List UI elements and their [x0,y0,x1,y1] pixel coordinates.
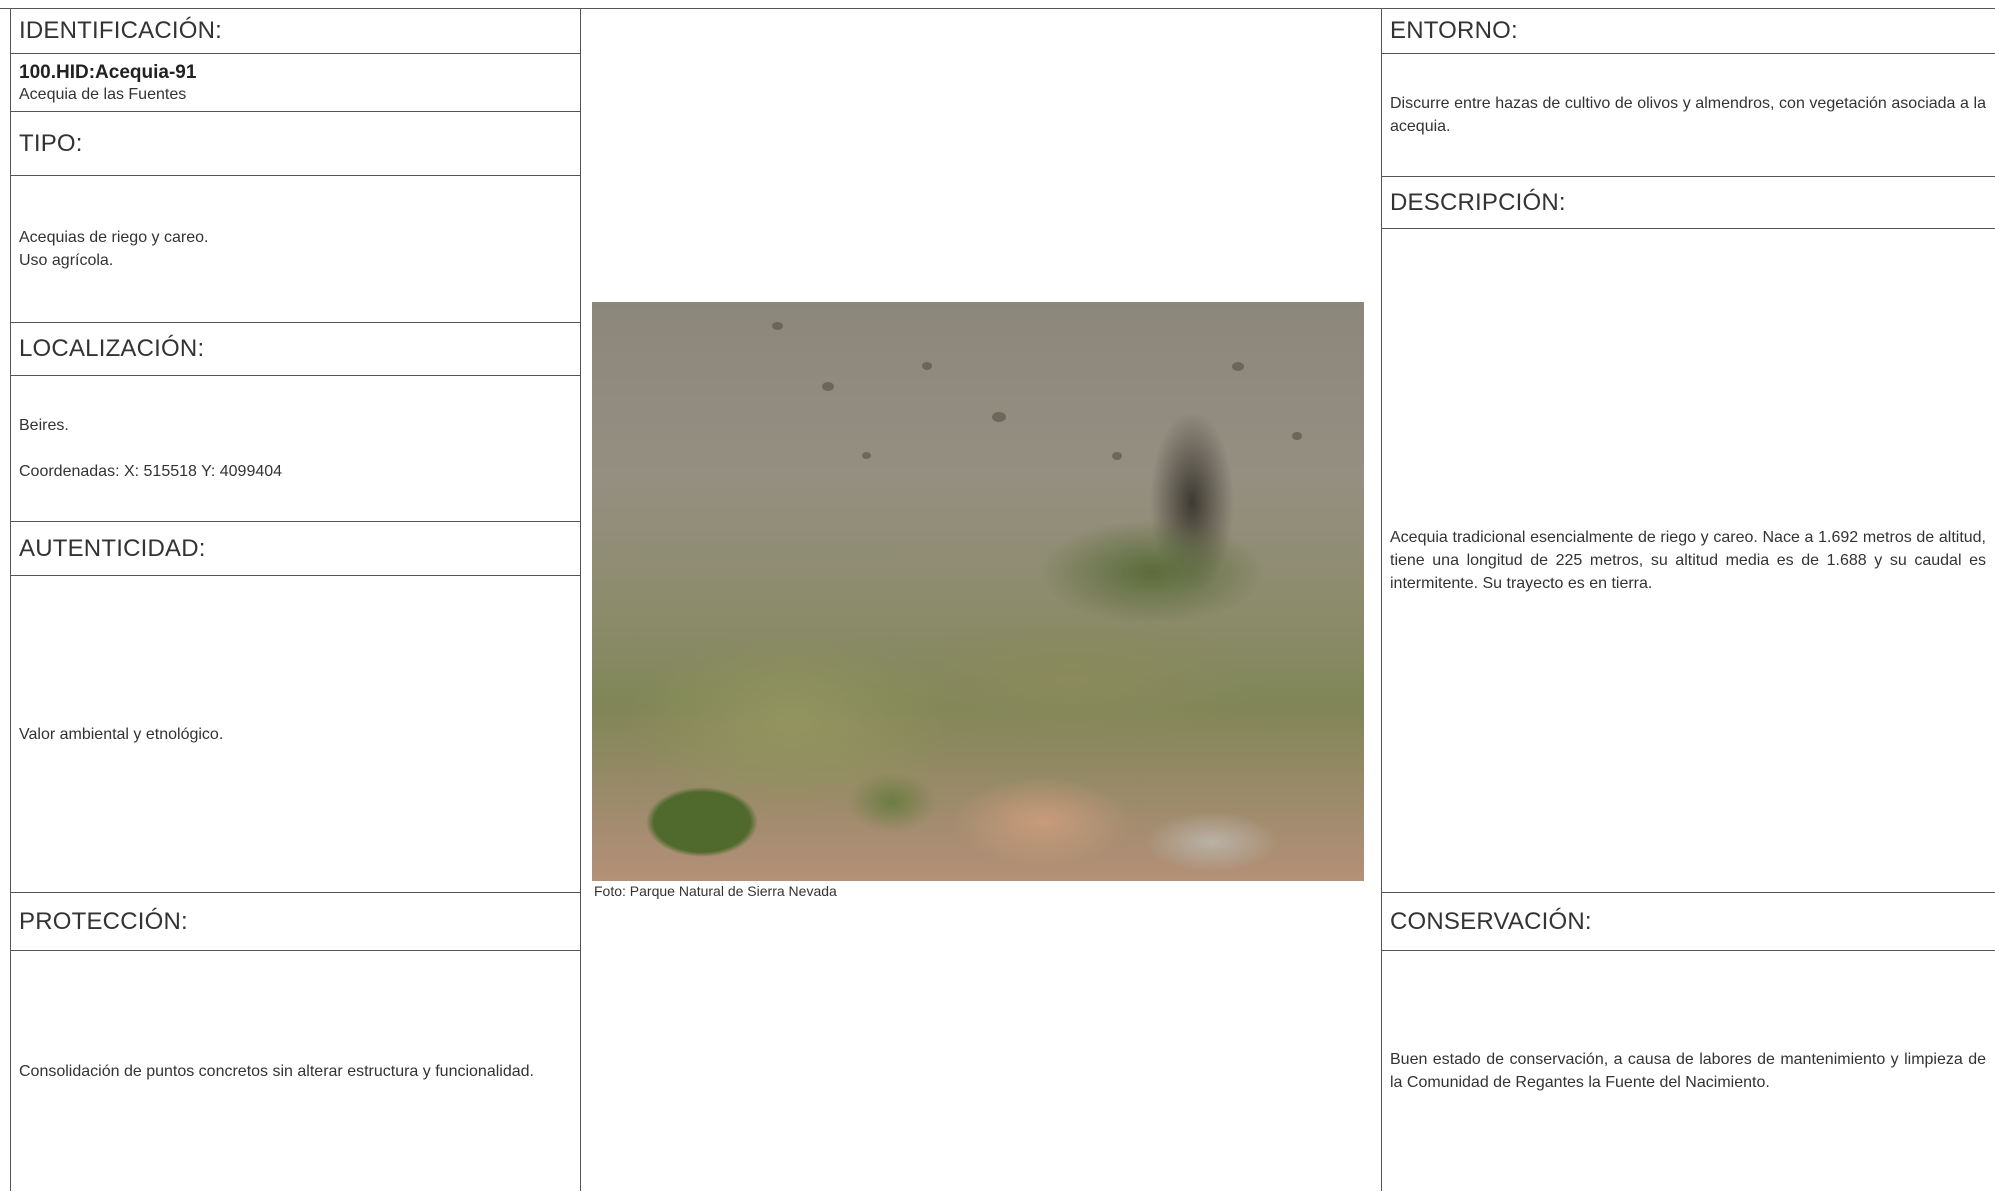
photo-detail [772,322,783,330]
tipo-header: TIPO: [11,112,580,176]
localizacion-place: Beires. [19,417,69,434]
tipo-line-1: Acequias de riego y careo. [19,229,209,246]
photo-detail [992,412,1006,422]
descripcion-header: DESCRIPCIÓN: [1382,177,1995,229]
proteccion-cell: Consolidación de puntos concretos sin al… [11,951,580,1191]
conservacion-cell: Buen estado de conservación, a causa de … [1382,951,1995,1191]
photo-detail [922,362,932,370]
conservacion-text: Buen estado de conservación, a causa de … [1390,1051,1986,1091]
autenticidad-header: AUTENTICIDAD: [11,522,580,576]
entorno-text: Discurre entre hazas de cultivo de olivo… [1390,95,1986,135]
landscape-photo [592,302,1364,881]
entorno-cell: Discurre entre hazas de cultivo de olivo… [1382,54,1995,177]
identificacion-header: IDENTIFICACIÓN: [11,8,580,54]
photo-detail [1112,452,1122,460]
proteccion-header: PROTECCIÓN: [11,893,580,951]
identificacion-name: Acequia de las Fuentes [19,85,187,103]
entorno-header: ENTORNO: [1382,8,1995,54]
tipo-line-2: Uso agrícola. [19,252,114,269]
autenticidad-cell: Valor ambiental y etnológico. [11,576,580,893]
photo-detail [862,452,871,459]
identificacion-code: 100.HID:Acequia-91 [19,61,197,83]
left-column: IDENTIFICACIÓN: 100.HID:Acequia-91 Acequ… [10,8,581,1191]
photo-caption: Foto: Parque Natural de Sierra Nevada [594,883,837,899]
descripcion-cell: Acequia tradicional esencialmente de rie… [1382,229,1995,893]
photo-detail [1292,432,1302,440]
identificacion-cell: 100.HID:Acequia-91 Acequia de las Fuente… [11,54,580,112]
photo-detail [1232,362,1244,371]
photo-detail [822,382,834,391]
conservacion-header: CONSERVACIÓN: [1382,893,1995,951]
localizacion-header: LOCALIZACIÓN: [11,323,580,376]
localizacion-coords: Coordenadas: X: 515518 Y: 4099404 [19,463,283,480]
proteccion-text: Consolidación de puntos concretos sin al… [19,1062,534,1080]
localizacion-cell: Beires. Coordenadas: X: 515518 Y: 409940… [11,376,580,522]
right-column: ENTORNO: Discurre entre hazas de cultivo… [1381,8,1995,1191]
descripcion-text: Acequia tradicional esencialmente de rie… [1390,529,1986,592]
tipo-cell: Acequias de riego y careo. Uso agrícola. [11,176,580,323]
autenticidad-text: Valor ambiental y etnológico. [19,725,224,743]
